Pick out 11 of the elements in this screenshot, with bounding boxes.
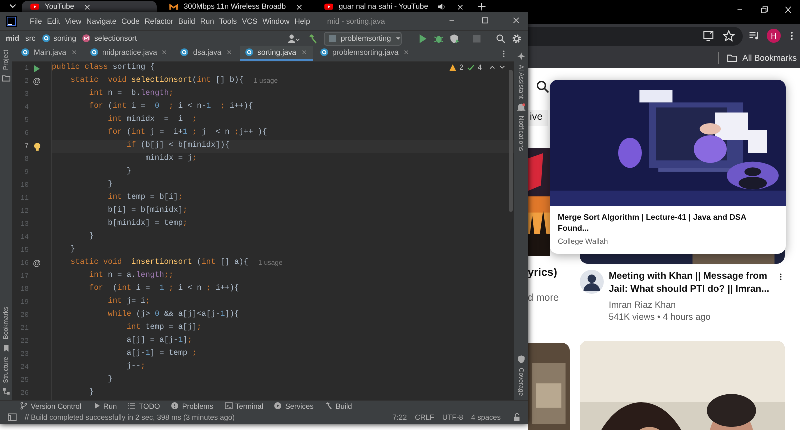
override-mark[interactable]: @ [32,77,42,86]
video-meta: 541K views • 4 hours ago [609,311,712,323]
channel-name[interactable]: Imran Riaz Khan [609,299,772,311]
filter-chip[interactable]: ive [528,110,548,126]
bookmark-folder[interactable]: All Bookmarks [726,52,797,64]
profile-button[interactable]: H [767,29,781,43]
override-mark[interactable]: @ [32,259,42,268]
read-more-link[interactable]: d more [528,292,570,306]
video-title[interactable]: Meeting with Khan || Message from Jail: What should PTI do? || Imran... [609,270,772,296]
video-title[interactable]: yrics) [528,266,570,280]
video-title: Merge Sort Algorithm | Lecture-41 | Java and DSA Found... [557,212,748,234]
